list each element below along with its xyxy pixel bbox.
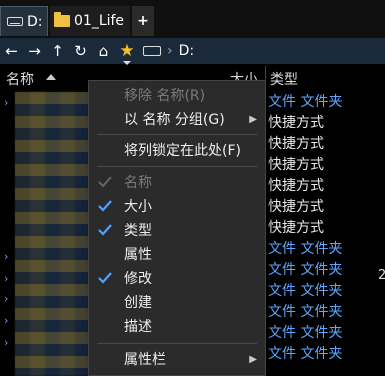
chevron-right-icon[interactable]: › xyxy=(4,292,8,305)
tab-bar: D: 01_Life + xyxy=(0,0,385,38)
menu-item-remove-column: 移除 名称(R) xyxy=(89,84,265,108)
drive-icon xyxy=(7,17,23,26)
tab-drive-d[interactable]: D: xyxy=(0,6,48,36)
new-tab-button[interactable]: + xyxy=(132,6,154,36)
truncated-column-value: 2 xyxy=(378,268,385,283)
chevron-right-icon[interactable]: › xyxy=(4,250,8,263)
menu-item-label: 以 名称 分组(G) xyxy=(124,112,225,128)
sort-ascending-icon xyxy=(46,74,56,80)
menu-item-column-description[interactable]: 描述 xyxy=(89,315,265,339)
type-cell[interactable]: 文件 文件夹 xyxy=(268,92,385,113)
type-cell[interactable]: 快捷方式 xyxy=(268,197,385,218)
navigation-bar: ← → ↑ ↻ ⌂ ★ › D: xyxy=(0,38,385,65)
chevron-right-icon[interactable]: › xyxy=(4,314,8,327)
checkmark-icon xyxy=(98,272,112,284)
menu-separator xyxy=(97,343,257,344)
menu-item-label: 描述 xyxy=(124,319,152,335)
chevron-right-icon[interactable]: › xyxy=(4,96,8,109)
menu-separator xyxy=(97,166,257,167)
menu-item-label: 移除 名称(R) xyxy=(124,88,206,104)
menu-item-column-name: 名称 xyxy=(89,171,265,195)
menu-item-columns-bar[interactable]: 属性栏 ▶ xyxy=(89,348,265,372)
menu-item-label: 创建 xyxy=(124,295,152,311)
type-cell[interactable]: 文件 文件夹 xyxy=(268,302,385,323)
menu-item-lock-column[interactable]: 将列锁定在此处(F) xyxy=(89,139,265,163)
type-cell[interactable]: 文件 文件夹 xyxy=(268,344,385,365)
chevron-right-icon[interactable]: › xyxy=(4,272,8,285)
drive-icon xyxy=(143,46,161,56)
checkmark-icon xyxy=(98,200,112,212)
type-cell[interactable]: 文件 文件夹 xyxy=(268,281,385,302)
menu-item-column-type[interactable]: 类型 xyxy=(89,219,265,243)
menu-item-label: 大小 xyxy=(124,199,152,215)
chevron-right-icon[interactable]: › xyxy=(4,336,8,349)
menu-item-column-created[interactable]: 创建 xyxy=(89,291,265,315)
favorites-star-icon[interactable]: ★ xyxy=(115,41,139,65)
checkmark-icon xyxy=(98,224,112,236)
type-column: 文件 文件夹 快捷方式 快捷方式 快捷方式 快捷方式 快捷方式 快捷方式 文件 文件夹 文件 文… xyxy=(268,92,385,365)
menu-item-label: 属性 xyxy=(124,247,152,263)
folder-icon xyxy=(54,12,70,27)
menu-item-label: 将列锁定在此处(F) xyxy=(124,143,241,159)
column-type-header[interactable]: 类型 xyxy=(270,69,298,89)
blurred-file-names-overlay xyxy=(15,92,90,376)
submenu-arrow-icon: ▶ xyxy=(249,114,257,125)
home-icon[interactable]: ⌂ xyxy=(92,38,115,64)
type-cell[interactable]: 文件 文件夹 xyxy=(268,260,385,281)
menu-item-label: 名称 xyxy=(124,175,152,191)
menu-item-column-modified[interactable]: 修改 xyxy=(89,267,265,291)
menu-item-group-by[interactable]: 以 名称 分组(G) ▶ xyxy=(89,108,265,132)
expand-arrows: › › › › › › xyxy=(4,92,14,376)
chevron-right-icon[interactable]: › xyxy=(167,43,173,59)
menu-item-label: 属性栏 xyxy=(124,352,166,368)
plus-icon: + xyxy=(137,13,149,29)
up-arrow-icon[interactable]: ↑ xyxy=(46,38,69,64)
type-cell[interactable]: 文件 文件夹 xyxy=(268,323,385,344)
type-cell[interactable]: 快捷方式 xyxy=(268,176,385,197)
menu-separator xyxy=(97,134,257,135)
menu-item-column-attributes[interactable]: 属性 xyxy=(89,243,265,267)
type-cell[interactable]: 快捷方式 xyxy=(268,113,385,134)
menu-item-column-size[interactable]: 大小 xyxy=(89,195,265,219)
refresh-icon[interactable]: ↻ xyxy=(69,38,92,64)
tab-label: D: xyxy=(27,13,43,30)
menu-item-label: 修改 xyxy=(124,271,152,287)
type-cell[interactable]: 快捷方式 xyxy=(268,155,385,176)
type-cell[interactable]: 快捷方式 xyxy=(268,218,385,239)
menu-item-label: 类型 xyxy=(124,223,152,239)
column-name-header[interactable]: 名称 xyxy=(6,69,34,89)
type-cell[interactable]: 文件 文件夹 xyxy=(268,239,385,260)
type-cell[interactable]: 快捷方式 xyxy=(268,134,385,155)
tab-label: 01_Life xyxy=(74,13,125,29)
column-context-menu: 移除 名称(R) 以 名称 分组(G) ▶ 将列锁定在此处(F) 名称 大小 类… xyxy=(88,80,266,376)
breadcrumb-drive[interactable]: D: xyxy=(179,43,195,59)
forward-arrow-icon[interactable]: → xyxy=(23,38,46,64)
checkmark-icon xyxy=(98,176,112,188)
back-arrow-icon[interactable]: ← xyxy=(0,38,23,64)
tab-01-life[interactable]: 01_Life xyxy=(50,6,130,36)
submenu-arrow-icon: ▶ xyxy=(249,354,257,365)
